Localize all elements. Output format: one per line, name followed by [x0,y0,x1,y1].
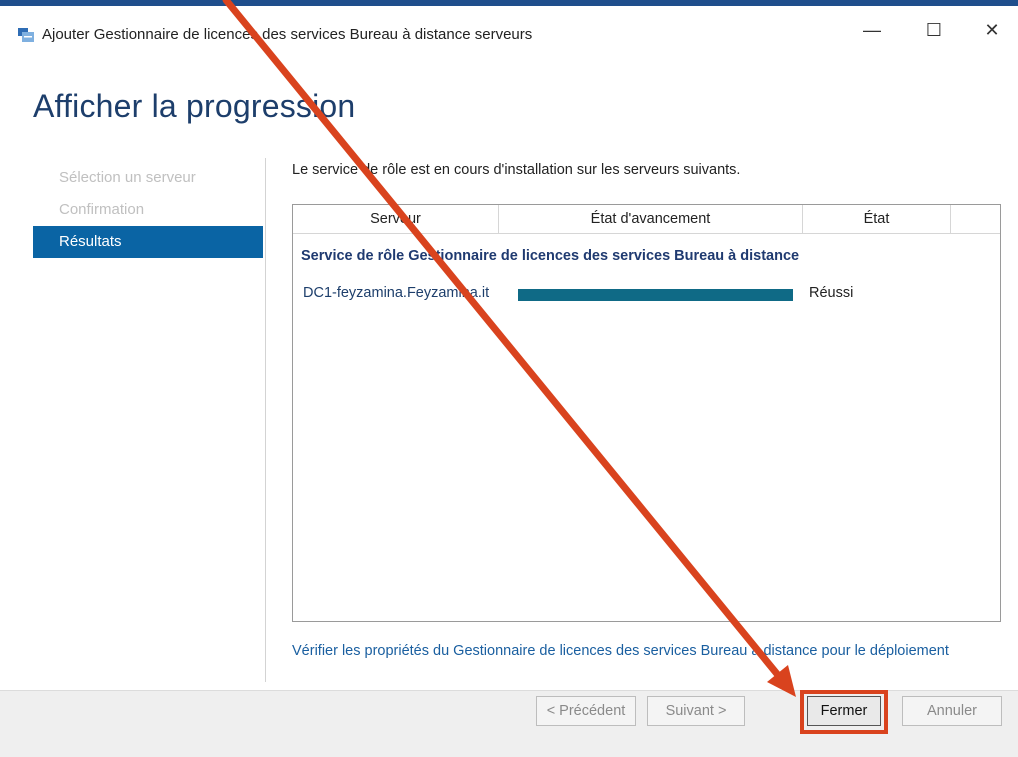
cancel-button[interactable]: Annuler [902,696,1002,726]
nav-item-results[interactable]: Résultats [33,226,263,258]
minimize-button[interactable]: — [852,14,892,46]
nav-item-confirmation[interactable]: Confirmation [33,194,263,226]
table-row-state: Réussi [809,285,854,301]
close-button[interactable]: Fermer [807,696,881,726]
nav-divider [265,158,266,682]
previous-button[interactable]: < Précédent [536,696,636,726]
table-header: Serveur État d'avancement État [293,205,1000,234]
window-title: Ajouter Gestionnaire de licences des ser… [42,26,533,43]
nav-item-server-selection[interactable]: Sélection un serveur [33,162,263,194]
table-row-server: DC1-feyzamina.Feyzamina.it [303,285,490,301]
intro-text: Le service de rôle est en cours d'instal… [292,162,741,178]
progress-bar [518,289,793,301]
next-button[interactable]: Suivant > [647,696,745,726]
column-header-progress[interactable]: État d'avancement [499,205,803,233]
wizard-nav: Sélection un serveur Confirmation Résult… [33,162,263,258]
server-manager-icon [18,28,34,42]
properties-link[interactable]: Vérifier les propriétés du Gestionnaire … [292,640,952,662]
progress-table: Serveur État d'avancement État Service d… [292,204,1001,622]
group-title: Service de rôle Gestionnaire de licences… [301,248,800,264]
progress-bar-fill [518,289,793,301]
column-header-server[interactable]: Serveur [293,205,499,233]
maximize-button[interactable]: ☐ [914,14,954,46]
column-header-state[interactable]: État [803,205,951,233]
page-title: Afficher la progression [33,88,356,124]
close-window-button[interactable]: ✕ [972,14,1012,46]
